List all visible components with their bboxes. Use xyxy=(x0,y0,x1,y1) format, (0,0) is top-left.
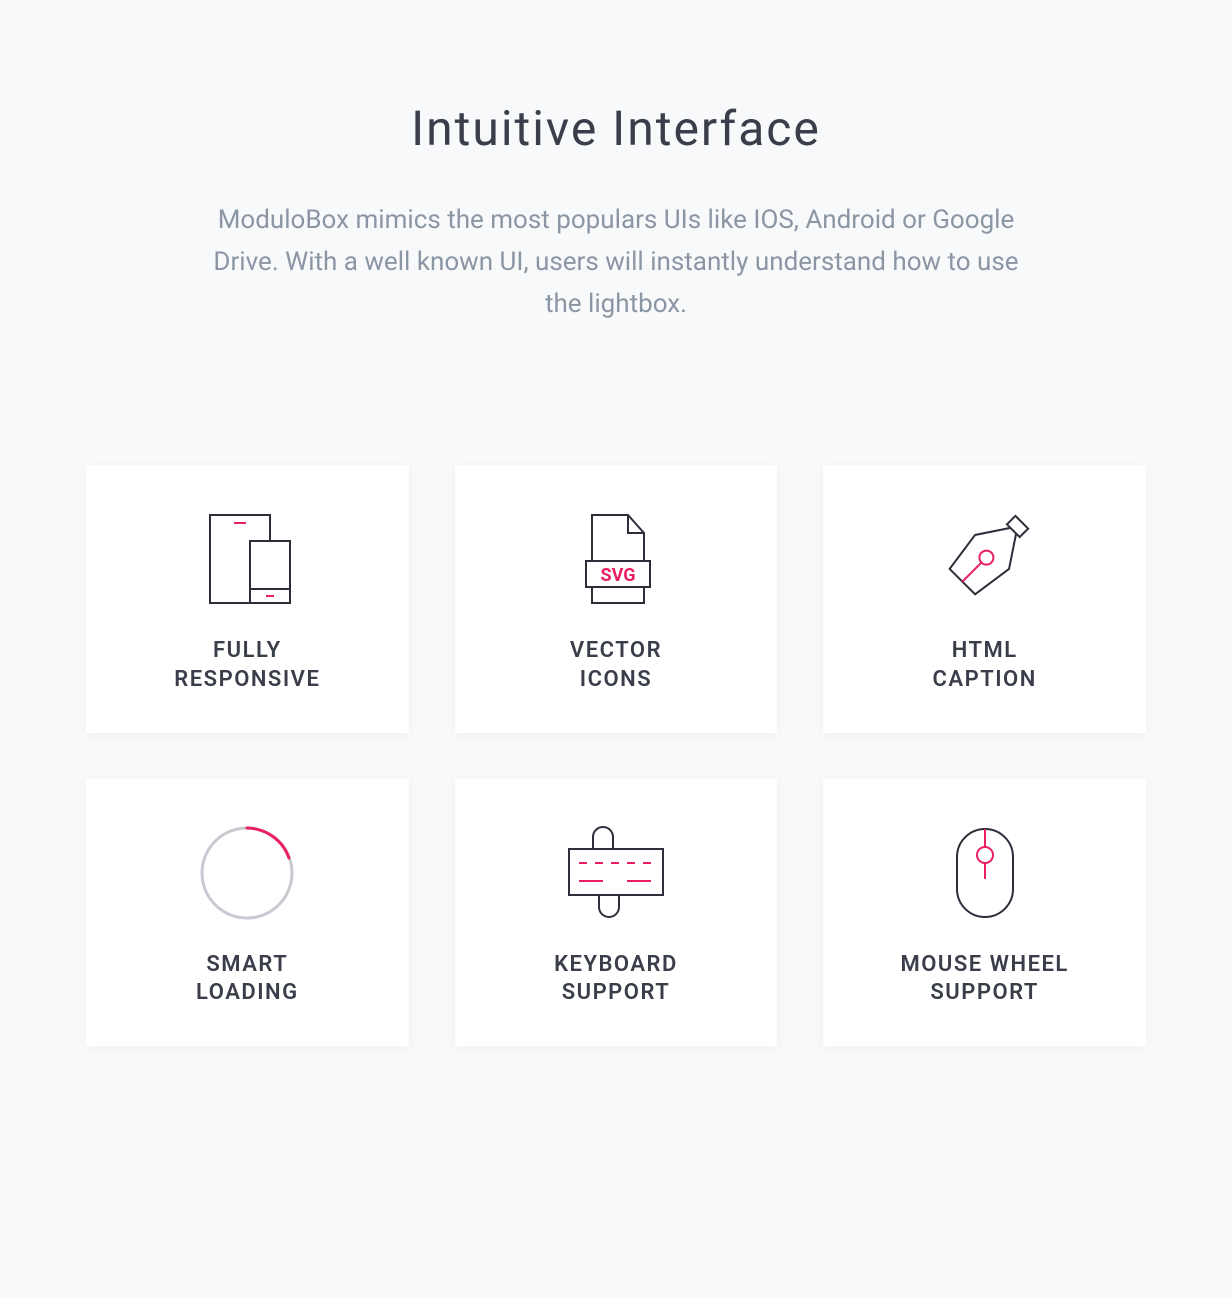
feature-title: MOUSE WHEEL SUPPORT xyxy=(901,951,1069,1008)
feature-card-html-caption: HTML CAPTION xyxy=(823,465,1146,732)
keyboard-icon xyxy=(561,823,671,923)
feature-grid: FULLY RESPONSIVE SVG VECTOR ICONS xyxy=(86,465,1146,1045)
feature-title: HTML CAPTION xyxy=(933,637,1037,694)
devices-icon xyxy=(192,509,302,609)
spinner-icon xyxy=(197,823,297,923)
svg-badge-text: SVG xyxy=(600,565,635,586)
feature-title: SMART LOADING xyxy=(196,951,299,1008)
feature-card-mouse-wheel: MOUSE WHEEL SUPPORT xyxy=(823,779,1146,1046)
pen-nib-icon xyxy=(930,509,1040,609)
feature-card-vector-icons: SVG VECTOR ICONS xyxy=(455,465,778,732)
section-subheading: ModuloBox mimics the most populars UIs l… xyxy=(206,199,1026,325)
feature-title: FULLY RESPONSIVE xyxy=(174,637,320,694)
mouse-icon xyxy=(945,823,1025,923)
svg-file-icon: SVG xyxy=(566,509,666,609)
feature-title: VECTOR ICONS xyxy=(570,637,662,694)
feature-card-responsive: FULLY RESPONSIVE xyxy=(86,465,409,732)
feature-card-smart-loading: SMART LOADING xyxy=(86,779,409,1046)
feature-title: KEYBOARD SUPPORT xyxy=(554,951,678,1008)
feature-card-keyboard: KEYBOARD SUPPORT xyxy=(455,779,778,1046)
section-heading: Intuitive Interface xyxy=(86,100,1146,157)
